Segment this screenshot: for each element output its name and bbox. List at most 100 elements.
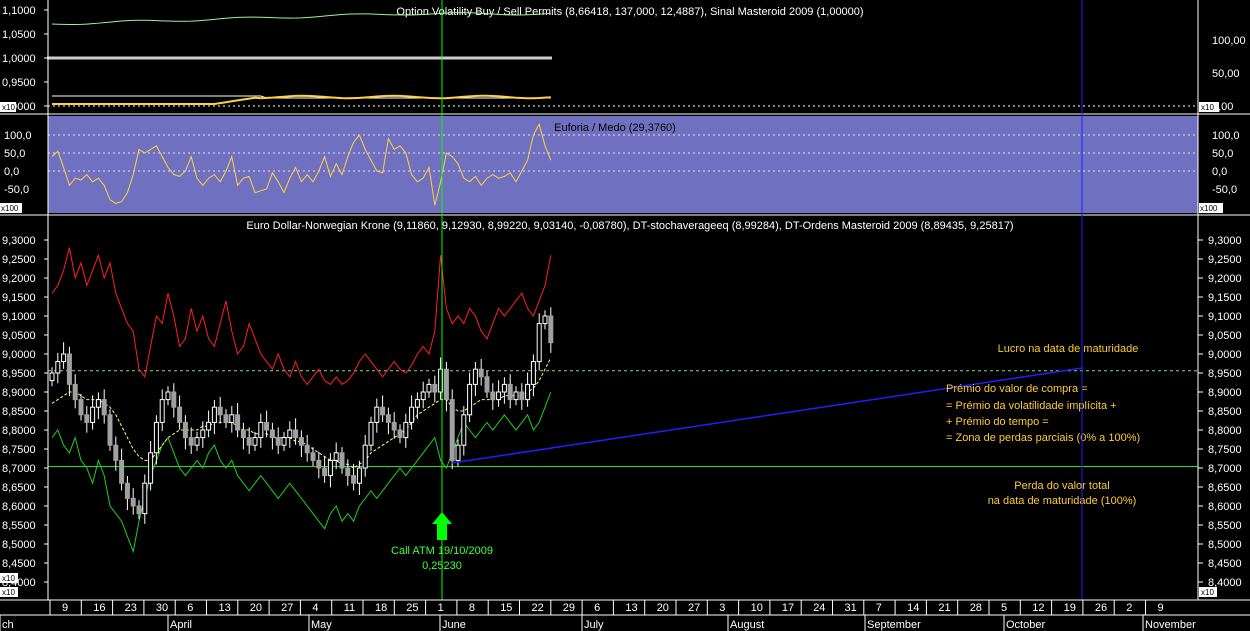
candle-body xyxy=(90,406,96,423)
x-day-label: 1 xyxy=(438,602,444,614)
x-month-label: September xyxy=(867,619,921,631)
x-day-label: 27 xyxy=(688,602,700,614)
main-ticks: 9,3000 9,3000 9,2500 9,2500 9,2000 9,2000 9,15… xyxy=(2,235,1242,589)
main-left-tick-label: 8,4500 xyxy=(2,558,36,570)
candle-body xyxy=(322,467,328,477)
candle-body xyxy=(130,497,136,507)
x-day-label: 18 xyxy=(375,602,387,614)
main-right-tick-label: 8,5500 xyxy=(1208,520,1242,532)
candle-body xyxy=(530,361,536,385)
main-right-tick-label: 8,4500 xyxy=(1208,558,1242,570)
lucro-label: Lucro na data de maturidade xyxy=(998,343,1139,355)
candle-body xyxy=(443,368,449,401)
perda-line-1: Perda do valor total xyxy=(1014,480,1109,492)
candle-body xyxy=(414,399,420,408)
main-left-tick-label: 9,1500 xyxy=(2,292,36,304)
main-left-tick-label: 8,9500 xyxy=(2,368,36,380)
candle-body xyxy=(206,421,212,431)
x-day-label: 24 xyxy=(813,602,825,614)
x-day-label: 20 xyxy=(250,602,262,614)
main-left-tick-label: 9,2000 xyxy=(2,273,36,285)
candle-body xyxy=(374,406,380,423)
top-left-tick-label: 1,1000 xyxy=(2,5,36,17)
main-right-tick-label: 9,3000 xyxy=(1208,235,1242,247)
candle-body xyxy=(211,406,217,423)
candle-body xyxy=(397,429,403,439)
candle-body xyxy=(385,414,391,423)
candle-body xyxy=(55,361,61,374)
x-month-label: November xyxy=(1145,619,1196,631)
x-day-label: 26 xyxy=(1095,602,1107,614)
candle-body xyxy=(519,391,525,401)
mid-right-tick-label: 50,0 xyxy=(1212,148,1233,160)
main-left-tick-label: 9,2500 xyxy=(2,254,36,266)
candle-body xyxy=(455,444,461,461)
upper-band-line xyxy=(51,247,552,386)
candle-body xyxy=(525,383,531,401)
x-day-label: 4 xyxy=(312,602,318,614)
candle-body xyxy=(478,368,484,378)
candle-body xyxy=(467,383,473,416)
main-right-tick-label: 8,6000 xyxy=(1208,501,1242,513)
candle-body xyxy=(177,406,183,423)
candle-body xyxy=(72,383,78,401)
candle-body xyxy=(316,459,322,469)
candle-body xyxy=(269,429,275,439)
candle-body xyxy=(461,414,467,446)
main-left-tick-label: 8,7500 xyxy=(2,444,36,456)
x-day-label: 31 xyxy=(845,602,857,614)
candle-body xyxy=(95,399,101,408)
candle-body xyxy=(61,353,67,363)
candle-body xyxy=(351,475,357,484)
x-day-label: 25 xyxy=(406,602,418,614)
x-month-label: July xyxy=(584,619,604,631)
candle-body xyxy=(327,459,333,477)
top-right-tick-label: 100,00 xyxy=(1212,35,1246,47)
x-month-label: June xyxy=(442,619,466,631)
candle-body xyxy=(200,429,206,439)
candle-body xyxy=(345,467,351,477)
x-day-label: 21 xyxy=(938,602,950,614)
main-right-tick-label: 8,9000 xyxy=(1208,387,1242,399)
x-day-label: 15 xyxy=(500,602,512,614)
mid-right-tick-label: 0,0 xyxy=(1212,166,1227,178)
main-panel-title: Euro Dollar-Norwegian Krone (9,11860, 9,… xyxy=(246,220,1013,232)
candle-body xyxy=(501,383,507,393)
main-left-tick-label: 8,6000 xyxy=(2,501,36,513)
x-day-label: 20 xyxy=(657,602,669,614)
candle-body xyxy=(264,421,270,431)
main-right-tick-label: 8,8000 xyxy=(1208,425,1242,437)
main-left-tick-label: 8,5500 xyxy=(2,520,36,532)
candle-body xyxy=(49,372,55,382)
top-multiplier: x10 xyxy=(2,103,15,112)
candle-body xyxy=(229,414,235,423)
candle-body xyxy=(507,383,513,401)
x-month-label: ch xyxy=(2,619,14,631)
x-day-label: 6 xyxy=(187,602,193,614)
x-day-label: 23 xyxy=(125,602,137,614)
main-right-tick-label: 8,6500 xyxy=(1208,482,1242,494)
candle-body xyxy=(432,383,438,393)
x-day-label: 13 xyxy=(625,602,637,614)
candle-body xyxy=(391,421,397,431)
mid-left-tick-label: 50,0 xyxy=(4,148,25,160)
main-right-tick-label: 9,2000 xyxy=(1208,273,1242,285)
candle-body xyxy=(426,383,432,393)
main-left-tick-label: 8,7000 xyxy=(2,463,36,475)
x-day-label: 30 xyxy=(156,602,168,614)
top-right-tick-label: 50,00 xyxy=(1212,68,1240,80)
candle-body xyxy=(339,452,345,469)
main-right-tick-label: 9,2500 xyxy=(1208,254,1242,266)
candle-body xyxy=(153,421,159,454)
candle-body xyxy=(148,452,154,484)
chart: Option Volatility Buy / Sell Permits (8,… xyxy=(0,0,1250,631)
candle-body xyxy=(420,391,426,401)
main-panel: Euro Dollar-Norwegian Krone (9,11860, 9,… xyxy=(0,220,1242,597)
mid-left-tick-label: 100,0 xyxy=(4,130,32,142)
x-day-label: 22 xyxy=(532,602,544,614)
candle-body xyxy=(409,406,415,423)
main-right-tick-label: 9,0000 xyxy=(1208,349,1242,361)
candle-body xyxy=(281,437,287,446)
candle-body xyxy=(119,459,125,484)
perda-line-2: na data de maturidade (100%) xyxy=(988,495,1137,507)
